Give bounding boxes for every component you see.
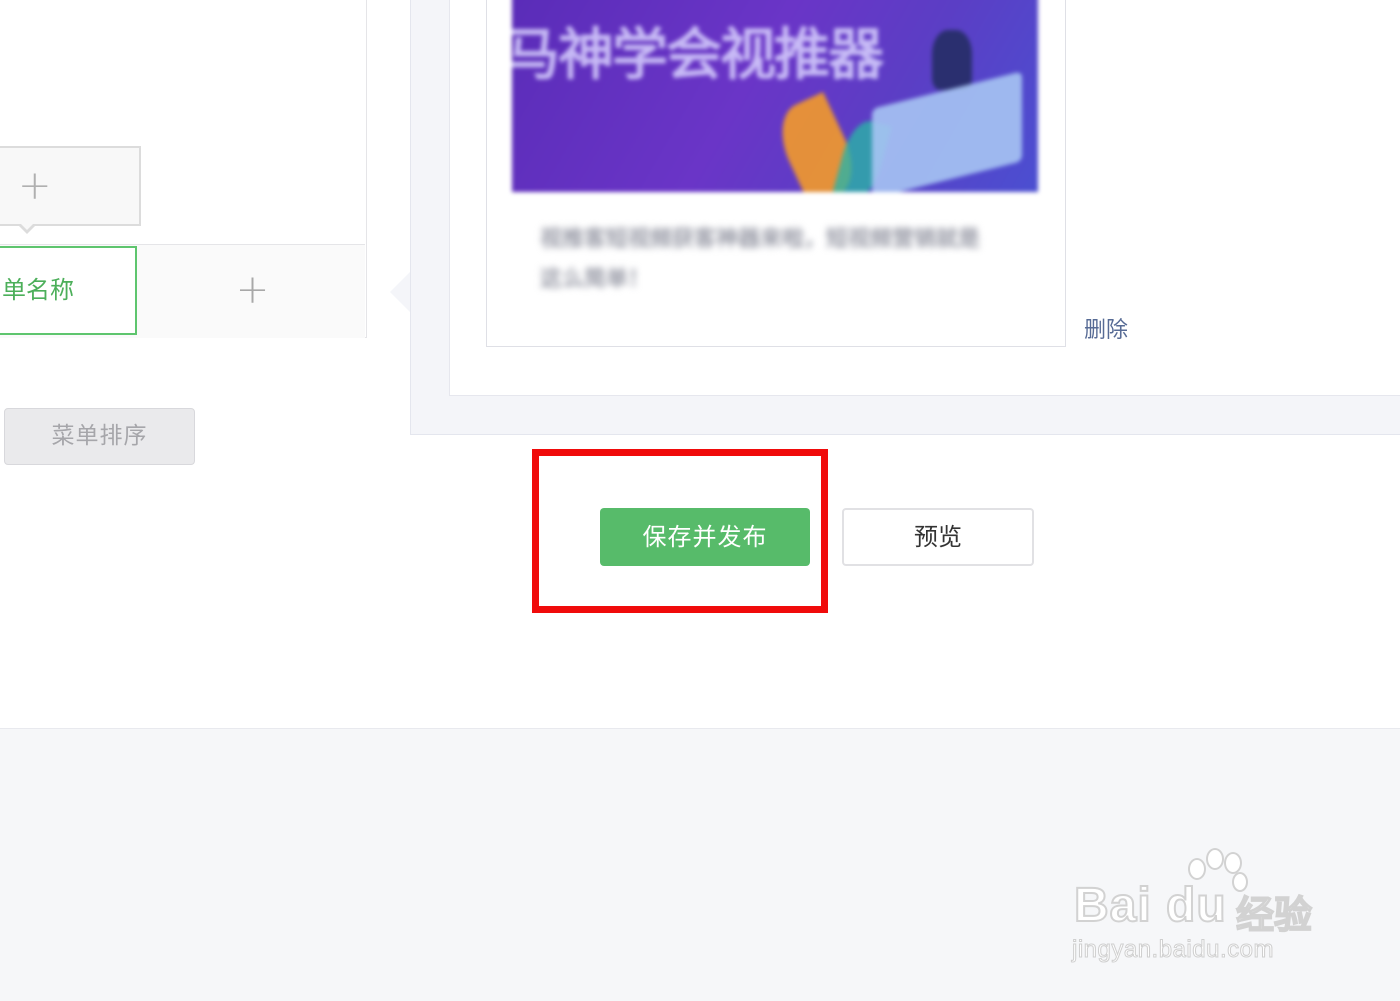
baidu-jingyan-watermark: Bai du 经验 jingyan.baidu.com [1070,848,1330,978]
watermark-brand: Bai du [1073,878,1227,933]
preview-button[interactable]: 预览 [842,508,1034,566]
article-description: 视推客短视频获客神器来啦，短视频营销就是这么简单！ [540,227,981,292]
cover-figure [932,30,972,90]
plus-icon: + [18,163,52,209]
cover-title: 马神学会视推器 [512,23,884,88]
add-menu-button[interactable]: + [140,246,365,335]
plus-icon: + [235,267,270,313]
cover-book [872,71,1022,192]
menu-sort-button[interactable]: 菜单排序 [4,408,195,465]
menu-item-active[interactable]: 单名称 [0,246,137,335]
watermark-url: jingyan.baidu.com [1072,936,1274,964]
article-cover-image: 马神学会视推器 [512,0,1038,192]
watermark-brand-cn: 经验 [1235,892,1313,938]
add-submenu-button[interactable]: + [0,146,141,226]
submenu-pointer [18,223,36,234]
panel-pointer [390,272,410,312]
save-and-publish-button[interactable]: 保存并发布 [600,508,810,566]
delete-link[interactable]: 删除 [1084,312,1128,344]
